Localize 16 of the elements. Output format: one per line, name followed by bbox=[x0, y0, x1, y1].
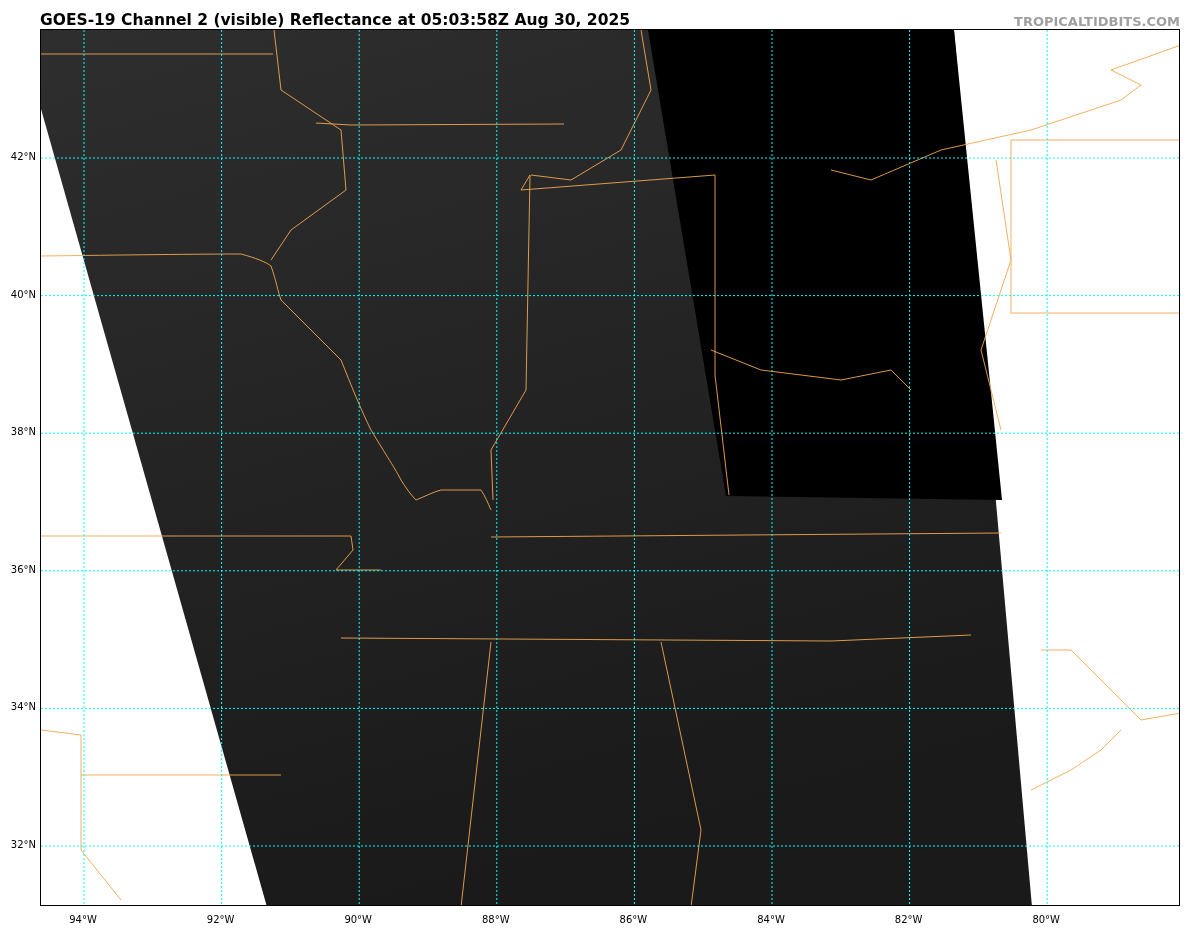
longitude-label: 92°W bbox=[206, 915, 235, 925]
site-credit: TROPICALTIDBITS.COM bbox=[1014, 15, 1180, 28]
longitude-label: 88°W bbox=[482, 915, 510, 925]
longitude-label: 80°W bbox=[1032, 915, 1060, 925]
longitude-label: 84°W bbox=[757, 915, 785, 925]
latitude-label: 32°N bbox=[10, 840, 36, 850]
longitude-label: 90°W bbox=[344, 915, 372, 925]
chart-title: GOES-19 Channel 2 (visible) Reflectance at 05:03:58Z Aug 30, 2025 bbox=[40, 12, 630, 28]
latitude-label: 38°N bbox=[10, 427, 36, 438]
latitude-label: 40°N bbox=[10, 289, 36, 300]
longitude-label: 94°W bbox=[69, 915, 97, 925]
longitude-label: 86°W bbox=[619, 915, 648, 925]
latitude-label: 34°N bbox=[10, 702, 36, 713]
latitude-label: 36°N bbox=[10, 564, 36, 575]
longitude-label: 82°W bbox=[894, 915, 923, 925]
latitude-label: 42°N bbox=[10, 152, 36, 162]
